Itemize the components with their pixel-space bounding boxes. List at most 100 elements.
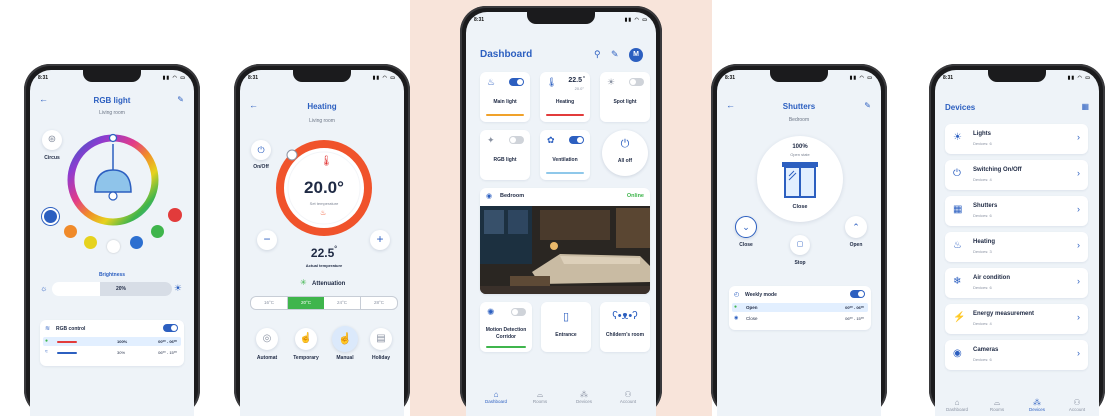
swatch-orange[interactable] <box>64 225 77 238</box>
swatch-royal[interactable] <box>130 236 143 249</box>
circus-mode-button[interactable]: ⊛ <box>42 130 62 150</box>
mode-temporary-button[interactable]: ☝ <box>295 328 317 350</box>
mode-automat-label: Automat <box>256 355 278 361</box>
tile-main-light[interactable]: ♨ Main light <box>480 72 530 122</box>
increase-button[interactable]: + <box>370 230 390 250</box>
avatar[interactable]: M <box>629 48 643 62</box>
color-wheel[interactable] <box>63 130 163 230</box>
device-category-shutters[interactable]: ▦ Shutters Devices: 6 › <box>945 196 1088 226</box>
sun-small-icon: ☼ <box>40 284 48 293</box>
phone-dashboard: 8:31 ▮▮ ◠ ▭ Dashboard ⚲ ✎ M ♨ Main light… <box>460 6 662 416</box>
tile-childrens-room[interactable]: ʕ•ᴥ•ʔ Childern's room <box>600 302 650 352</box>
device-category-switching[interactable]: ⏻ Switching On/Off Devices: 4 › <box>945 160 1088 190</box>
device-category-cameras[interactable]: ◉ Cameras Devices: 6 › <box>945 340 1088 370</box>
schedule-row-2[interactable]: ≈ 30% 06⁰⁰ - 15⁰⁰ <box>43 348 181 357</box>
tile-spot-light[interactable]: ☀ Spot light <box>600 72 650 122</box>
room-card-bedroom[interactable]: ◉ Bedroom Online <box>480 188 650 294</box>
attenuation-label: Attenuation <box>312 281 346 287</box>
status-icons: ▮▮ ◠ ▭ <box>162 75 186 81</box>
rgb-control-toggle[interactable] <box>163 324 178 332</box>
stop-shutter-button[interactable]: ▢ <box>790 235 810 255</box>
swatch-red[interactable] <box>168 208 182 222</box>
temp-option-24[interactable]: 24°C <box>324 297 361 309</box>
edit-icon[interactable]: ✎ <box>864 101 871 110</box>
swatch-blue[interactable] <box>42 208 59 225</box>
rgb-control-icon: ≋ <box>45 326 51 332</box>
camera-icon: ◉ <box>486 193 493 200</box>
mode-automat-button[interactable]: ◎ <box>256 328 278 350</box>
edit-icon[interactable]: ✎ <box>611 49 619 60</box>
tile-heating[interactable]: 🌡 22.5 ° 20.0° Heating <box>540 72 590 122</box>
nav-devices[interactable]: ⁂ Devices <box>1019 398 1055 412</box>
device-category-energy[interactable]: ⚡ Energy measurement Devices: 4 › <box>945 304 1088 334</box>
rgb-screen: 8:31 ▮▮ ◠ ▭ ← RGB light ✎ Living room ⊛ … <box>30 70 194 416</box>
rgb-light-toggle[interactable] <box>509 136 524 144</box>
spot-light-toggle[interactable] <box>629 78 644 86</box>
power-button[interactable]: ⏻ <box>251 140 271 160</box>
rgb-light-label: RGB light <box>493 157 517 163</box>
weekly-mode-toggle[interactable] <box>850 290 865 298</box>
status-time: 8:31 <box>725 75 736 81</box>
nav-rooms[interactable]: ⌓ Rooms <box>522 390 558 404</box>
actual-temperature: 22.5° <box>292 246 356 260</box>
mode-manual-button[interactable]: ☝ <box>332 326 358 352</box>
brightness-fill <box>100 282 172 296</box>
motion-toggle[interactable] <box>511 308 526 316</box>
status-bar: 8:31 ▮▮ ◠ ▭ <box>725 75 873 83</box>
temperature-segment[interactable]: 16°C 20°C 24°C 28°C <box>250 296 398 310</box>
nav-dashboard[interactable]: ⌂ Dashboard <box>478 390 514 404</box>
all-off-button[interactable]: ⏻ All off <box>602 130 648 176</box>
main-light-toggle[interactable] <box>509 78 524 86</box>
open-shutter-button[interactable]: ⌃ <box>845 216 867 238</box>
tile-entrance[interactable]: ▯ Entrance <box>541 302 591 352</box>
schedule-row-1[interactable]: ● 100% 00⁰⁰ - 06⁰⁰ <box>43 337 181 346</box>
schedule-row-open[interactable]: ● Open 00⁰⁰ - 06⁰⁰ <box>732 303 868 312</box>
nav-rooms[interactable]: ⌓ Rooms <box>979 398 1015 412</box>
bottom-navigation: ⌂ Dashboard ⌓ Rooms ⁂ Devices ⚇ Account <box>466 386 656 416</box>
mode-temporary-label: Temporary <box>293 355 319 361</box>
status-bar: 8:31 ▮▮ ◠ ▭ <box>38 75 186 83</box>
device-category-lights[interactable]: ☀ Lights Devices: 6 › <box>945 124 1088 154</box>
tile-motion-detection[interactable]: ✺ Motion Detection Corridor <box>480 302 532 352</box>
nav-account[interactable]: ⚇ Account <box>1059 398 1095 412</box>
check-icon: ● <box>45 338 49 344</box>
search-icon[interactable]: ⚲ <box>594 49 601 60</box>
grid-view-icon[interactable]: ▦ <box>1081 102 1089 111</box>
dashboard-screen: 8:31 ▮▮ ◠ ▭ Dashboard ⚲ ✎ M ♨ Main light… <box>466 12 656 416</box>
edit-icon[interactable]: ✎ <box>177 95 184 104</box>
shutter-state: Open state <box>790 152 810 157</box>
temp-option-20[interactable]: 20°C <box>288 297 324 309</box>
status-time: 8:31 <box>943 75 954 81</box>
device-category-heating[interactable]: ♨ Heating Devices: 3 › <box>945 232 1088 262</box>
temp-option-28[interactable]: 28°C <box>361 297 397 309</box>
chevron-right-icon: › <box>1077 132 1080 142</box>
swatch-white[interactable] <box>107 240 120 253</box>
category-name: Cameras <box>973 347 999 353</box>
row-1-percent: 100% <box>117 339 128 344</box>
brightness-slider[interactable]: 20% <box>52 282 172 296</box>
energy-icon: ⚡ <box>953 312 966 323</box>
category-name: Energy measurement <box>973 311 1035 317</box>
nav-dashboard[interactable]: ⌂ Dashboard <box>939 398 975 412</box>
tile-rgb-light[interactable]: ✦ RGB light <box>480 130 530 180</box>
nav-account[interactable]: ⚇ Account <box>610 390 646 404</box>
swatch-green[interactable] <box>151 225 164 238</box>
camera-feed-image[interactable] <box>480 206 650 294</box>
status-time: 8:31 <box>474 17 485 23</box>
mode-holiday-button[interactable]: ▤ <box>370 328 392 350</box>
nav-devices[interactable]: ⁂ Devices <box>566 390 602 404</box>
temp-option-16[interactable]: 16°C <box>251 297 288 309</box>
ventilation-toggle[interactable] <box>569 136 584 144</box>
person-icon: ⚇ <box>624 390 632 399</box>
schedule-row-close[interactable]: ◉ Close 06⁰⁰ - 15⁰⁰ <box>732 314 868 323</box>
device-category-air-condition[interactable]: ❄ Air condition Devices: 6 › <box>945 268 1088 298</box>
close-shutter-button[interactable]: ⌄ <box>735 216 757 238</box>
door-icon: ▯ <box>562 311 570 323</box>
row-2-time: 06⁰⁰ - 15⁰⁰ <box>158 350 177 355</box>
swatch-yellow[interactable] <box>84 236 97 249</box>
radiator-icon: ♨ <box>953 240 962 251</box>
decrease-button[interactable]: − <box>257 230 277 250</box>
power-icon: ⏻ <box>620 138 630 150</box>
status-time: 8:31 <box>248 75 259 81</box>
tile-ventilation[interactable]: ✿ Ventilation <box>540 130 590 180</box>
